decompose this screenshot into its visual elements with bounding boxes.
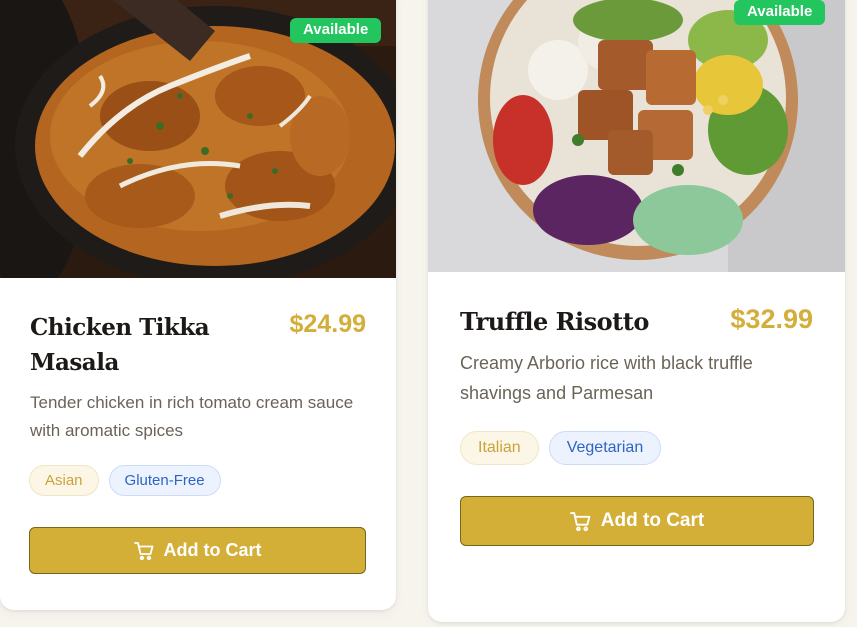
add-to-cart-button[interactable]: Add to Cart — [29, 527, 366, 574]
add-to-cart-label: Add to Cart — [600, 510, 705, 531]
add-to-cart-label: Add to Cart — [163, 540, 262, 560]
shopping-cart-icon — [569, 511, 591, 531]
dish-price: $32.99 — [730, 304, 813, 334]
tag-cuisine: Italian — [460, 431, 539, 465]
tag-dietary: Vegetarian — [548, 431, 662, 465]
tag-cuisine: Asian — [29, 465, 99, 496]
dish-tags: Asian Gluten-Free — [29, 465, 221, 496]
shopping-cart-icon — [133, 541, 154, 560]
dish-price: $24.99 — [289, 310, 366, 338]
dish-description: Tender chicken in rich tomato cream sauc… — [30, 393, 354, 440]
add-to-cart-button[interactable]: Add to Cart — [460, 496, 814, 546]
menu-item-card: Available Truffle Risotto $32.99 Creamy … — [428, 0, 845, 622]
tag-dietary: Gluten-Free — [108, 465, 221, 496]
availability-badge: Available — [734, 0, 826, 25]
dish-photo-truffle-risotto — [428, 0, 845, 272]
dish-tags: Italian Vegetarian — [460, 431, 662, 465]
dish-title: Truffle Risotto — [460, 307, 649, 336]
menu-item-card: Available Chicken Tikka Masala $24.99 Te… — [0, 0, 396, 610]
dish-description: Creamy Arborio rice with black truffle s… — [460, 353, 753, 403]
availability-badge: Available — [290, 18, 382, 43]
dish-title: Chicken Tikka Masala — [30, 314, 210, 376]
